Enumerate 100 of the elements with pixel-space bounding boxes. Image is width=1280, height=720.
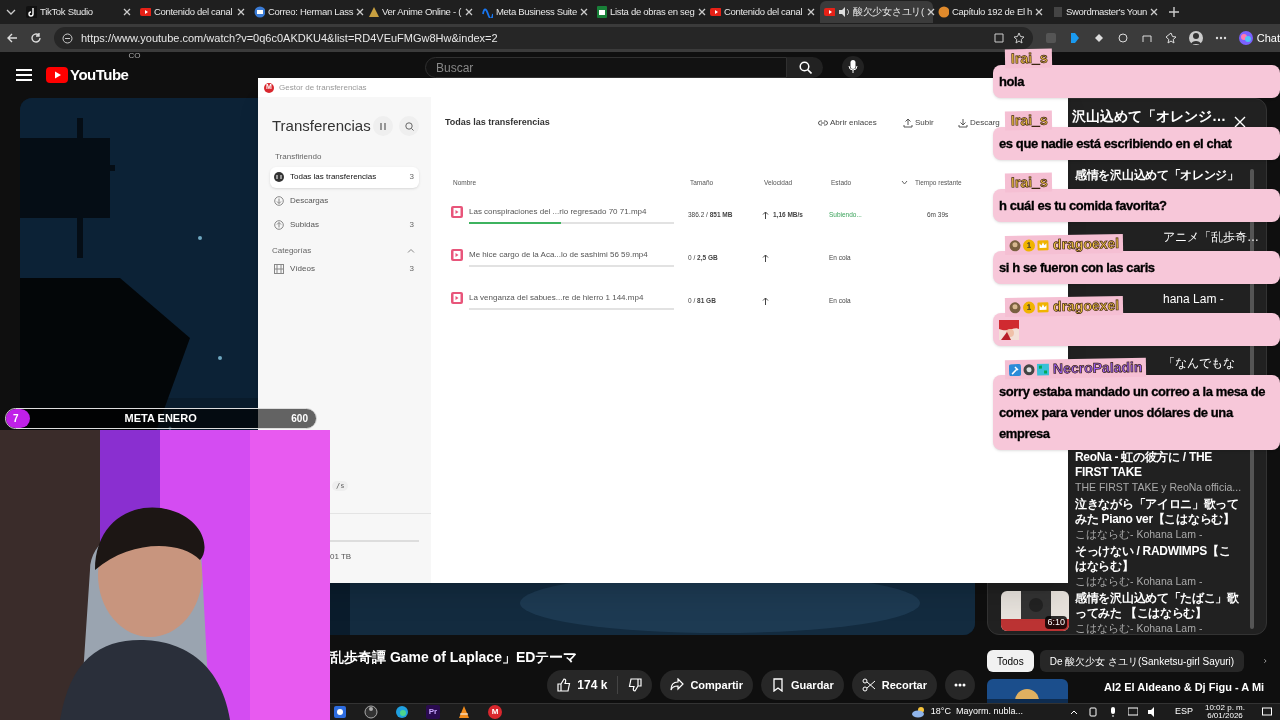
play-logo-icon <box>46 67 68 83</box>
playlist-item-title: 「なんでもな <box>1163 356 1235 371</box>
chat-username: dragoexel <box>1052 296 1120 317</box>
browser-tab[interactable]: Capítulo 192 de El h <box>934 1 1047 23</box>
browser-tab[interactable]: Meta Business Suite <box>478 1 591 23</box>
taskbar-app-icon[interactable] <box>364 705 378 719</box>
back-icon[interactable] <box>6 32 18 44</box>
site-icon <box>368 6 379 18</box>
extension-icon[interactable] <box>1164 32 1177 44</box>
action-button[interactable]: Recortar <box>851 670 937 700</box>
site-info-icon <box>62 32 73 44</box>
close-icon[interactable] <box>579 8 588 16</box>
eye-badge-icon <box>1022 363 1036 376</box>
thumbs-down-icon <box>628 678 643 692</box>
avatar-badge-icon <box>1008 239 1022 252</box>
tab-title: Contenido del canal <box>154 4 234 19</box>
tab-title: Meta Business Suite <box>496 4 577 19</box>
action-button[interactable]: Guardar <box>760 670 844 700</box>
more-button[interactable] <box>945 670 975 700</box>
extension-icon[interactable] <box>1140 32 1153 44</box>
emote-icon <box>999 319 1019 340</box>
taskbar-app-icon[interactable] <box>395 705 409 719</box>
filter-chip[interactable]: Todos <box>987 650 1034 672</box>
notification-icon[interactable] <box>1262 707 1272 717</box>
clock[interactable]: 10:02 p. m. 6/01/2026 <box>1204 704 1245 720</box>
level-badge: 1 <box>1022 301 1036 314</box>
filter-chip[interactable]: De 酸欠少女 さユリ(Sanketsu-girl Sayuri) <box>1039 650 1245 672</box>
tab-title: TikTok Studio <box>40 4 94 19</box>
browser-tab[interactable]: 酸欠少女さユリ( <box>820 1 933 23</box>
extension-icon[interactable] <box>1116 32 1129 44</box>
chat-username: NecroPaladin <box>1052 357 1143 379</box>
search-button[interactable] <box>787 57 823 78</box>
tray-icon[interactable] <box>1087 707 1098 717</box>
site-icon <box>938 6 949 18</box>
close-icon[interactable] <box>926 8 935 16</box>
browser-tab[interactable]: TikTok Studio <box>22 1 135 23</box>
taskbar-app-icon[interactable]: Pr <box>426 705 440 719</box>
weather-cloud-icon[interactable] <box>911 706 926 718</box>
toolbar-icon[interactable] <box>992 32 1005 44</box>
close-icon[interactable] <box>807 8 815 16</box>
close-icon[interactable] <box>237 8 245 16</box>
reload-icon[interactable] <box>30 32 42 44</box>
close-icon[interactable] <box>123 8 131 16</box>
toolbar-icon[interactable] <box>1012 32 1025 44</box>
chat-username: Irai_s <box>1010 172 1048 193</box>
tab-list-icon[interactable] <box>6 7 16 17</box>
browser-tab[interactable]: Contenido del canal <box>136 1 249 23</box>
playlist-item-title: FIRST TAKE <box>1075 465 1143 480</box>
close-icon[interactable] <box>697 8 706 16</box>
copilot-button[interactable]: Chat <box>1238 29 1280 47</box>
profile-avatar-icon[interactable] <box>1188 31 1203 45</box>
browser-tab[interactable]: Contenido del canal <box>706 1 819 23</box>
site-icon <box>596 6 607 18</box>
temperature: 18°C <box>930 705 951 719</box>
chat-username: Irai_s <box>1010 48 1048 69</box>
tab-title: Contenido del canal <box>724 4 804 19</box>
address-bar[interactable]: https://www.youtube.com/watch?v=0q6c0AKDKU4&list=RD4VEuFMGw8Hw&index=2 <box>54 27 1033 49</box>
chat-message: es que nadie está escribiendo en el chat <box>999 135 1232 153</box>
chat-message: si h se fueron con las caris <box>999 259 1155 277</box>
close-icon[interactable] <box>1035 8 1044 16</box>
like-dislike-control[interactable]: 174 k <box>547 670 653 700</box>
extension-icon[interactable] <box>1068 32 1081 44</box>
browser-tab[interactable]: Swordmaster's Youn <box>1048 1 1161 23</box>
taskbar-app-icon[interactable]: M <box>488 705 502 719</box>
thumbs-up-icon <box>557 678 572 692</box>
menu-icon[interactable] <box>16 68 32 82</box>
close-icon[interactable] <box>465 8 473 16</box>
browser-tab[interactable]: Lista de obras en seg <box>592 1 705 23</box>
new-tab-icon[interactable] <box>1168 6 1180 18</box>
tray-chevron-icon[interactable] <box>1069 709 1078 715</box>
level-badge: 1 <box>1022 239 1036 252</box>
playlist-item-title: アニメ「乱歩奇… <box>1163 230 1259 245</box>
chat-username: Irai_s <box>1010 110 1048 131</box>
search-field[interactable]: Buscar <box>425 57 787 78</box>
tab-title: Correo: Herman Lass <box>268 4 354 19</box>
tray-icon[interactable] <box>1127 707 1138 717</box>
chat-message: hola <box>999 73 1025 91</box>
video-title: 乱歩奇譚 Game of Laplace」EDテーマ <box>329 648 579 667</box>
taskbar-app-icon[interactable] <box>333 705 347 719</box>
youtube-logo[interactable]: YouTube <box>46 63 129 87</box>
playlist-item-title: 泣きながら「アイロニ」歌って <box>1075 497 1239 512</box>
close-icon[interactable] <box>356 8 365 16</box>
browser-tab[interactable]: Correo: Herman Lass <box>250 1 363 23</box>
close-icon[interactable] <box>1149 8 1158 16</box>
tab-title: Lista de obras en seg <box>610 4 695 19</box>
channel-name: こはならむ- Kohana Lam - <box>1075 527 1204 542</box>
hammer-badge-icon <box>1008 363 1022 376</box>
browser-tab[interactable]: Ver Anime Online - ( <box>364 1 477 23</box>
scissors-icon <box>861 678 876 692</box>
action-button[interactable]: Compartir <box>660 670 753 700</box>
site-icon <box>710 6 721 18</box>
site-icon <box>140 6 151 18</box>
playlist-item-title: 感情を沢山込めて「オレンジ」 <box>1075 168 1239 183</box>
taskbar-app-icon[interactable] <box>457 705 471 719</box>
tab-title: Ver Anime Online - ( <box>382 4 462 19</box>
country-code: CO <box>128 50 141 62</box>
tab-title: 酸欠少女さユリ( <box>853 4 924 19</box>
voice-search-button[interactable] <box>842 56 864 78</box>
chat-username: dragoexel <box>1052 234 1120 255</box>
more-icon <box>954 683 966 687</box>
